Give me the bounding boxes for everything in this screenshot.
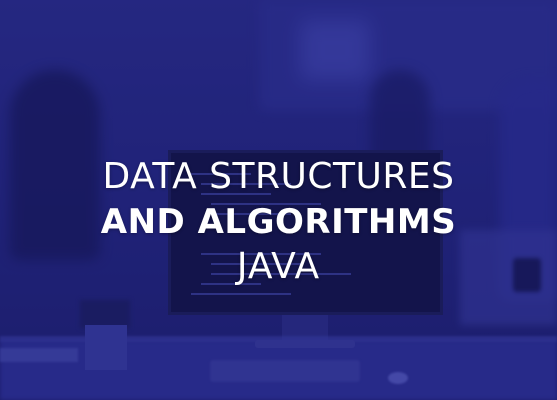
- hero-title: DATA STRUCTURES AND ALGORITHMS JAVA: [0, 155, 557, 289]
- title-line-1: DATA STRUCTURES: [102, 156, 455, 197]
- title-line-2: AND ALGORITHMS: [100, 202, 457, 242]
- hero-image: DATA STRUCTURES AND ALGORITHMS JAVA: [0, 0, 557, 400]
- title-line-3: JAVA: [236, 246, 321, 287]
